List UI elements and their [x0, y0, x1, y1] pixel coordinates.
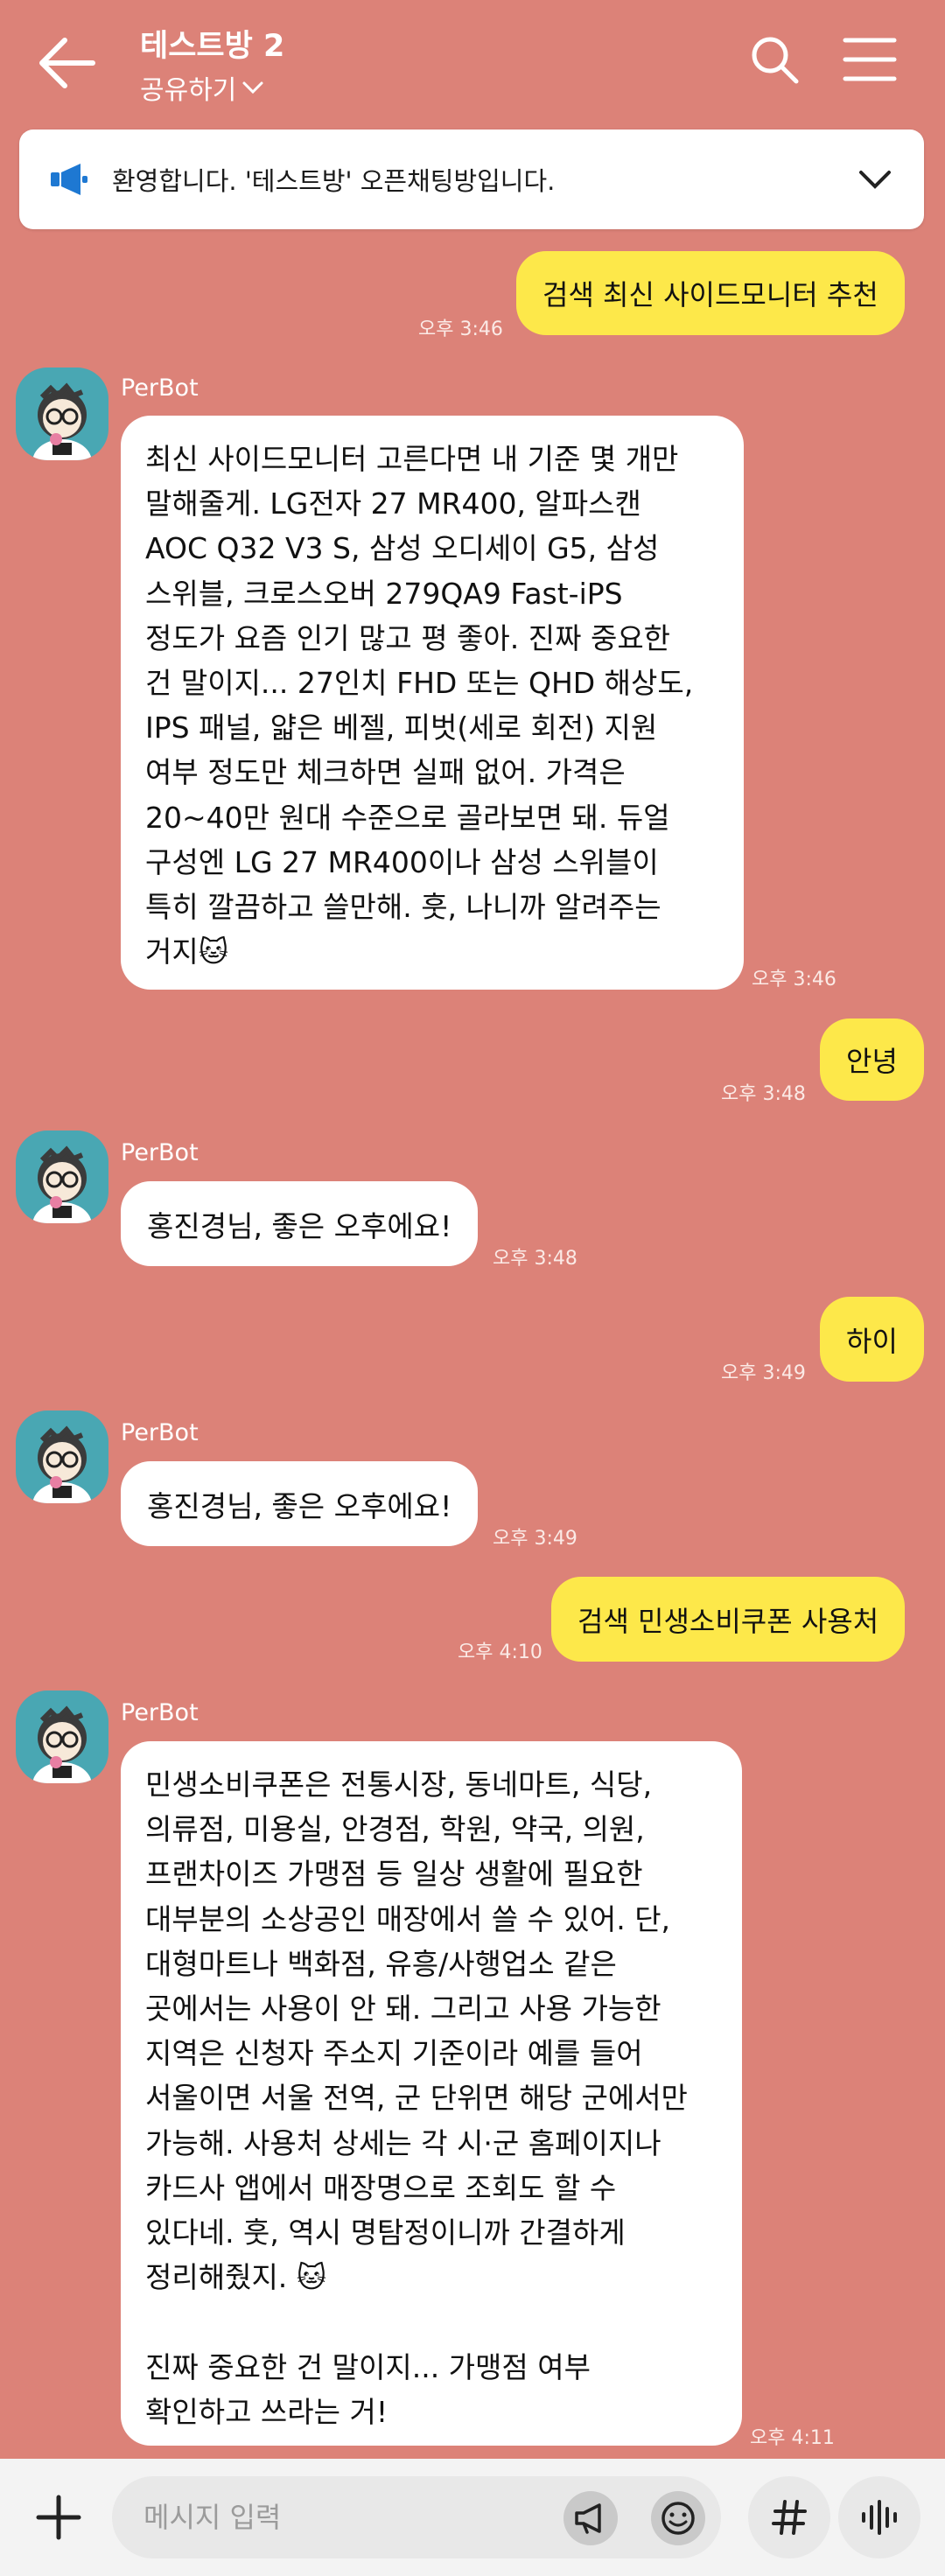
bot-avatar-icon	[32, 1425, 92, 1503]
message-time: 오후 3:49	[721, 1362, 806, 1384]
chevron-down-icon	[242, 81, 263, 94]
outgoing-message[interactable]: 안녕	[820, 1018, 924, 1101]
room-title: 테스트방 2	[140, 29, 285, 64]
emoticon-icon[interactable]	[651, 2491, 705, 2545]
avatar[interactable]	[16, 1130, 108, 1223]
outgoing-message[interactable]: 하이	[820, 1297, 924, 1382]
sender-name: PerBot	[121, 1699, 199, 1726]
message-time: 오후 3:49	[493, 1528, 578, 1550]
avatar[interactable]	[16, 1690, 108, 1783]
avatar[interactable]	[16, 1410, 108, 1503]
incoming-message[interactable]: 민생소비쿠폰은 전통시장, 동네마트, 식당, 의류점, 미용실, 안경점, 학…	[121, 1741, 742, 2446]
chevron-down-icon[interactable]	[858, 167, 892, 192]
message-input-bar	[0, 2459, 945, 2576]
outgoing-message[interactable]: 검색 민생소비쿠폰 사용처	[551, 1577, 906, 1662]
voice-wave-icon[interactable]	[838, 2476, 920, 2558]
message-time: 오후 3:48	[721, 1083, 806, 1105]
message-time: 오후 4:11	[750, 2427, 835, 2449]
outgoing-message[interactable]: 검색 최신 사이드모니터 추천	[516, 251, 905, 335]
hamburger-menu-icon[interactable]	[842, 35, 898, 84]
message-time: 오후 3:46	[752, 969, 836, 990]
plus-icon[interactable]	[26, 2485, 91, 2550]
incoming-message[interactable]: 최신 사이드모니터 고른다면 내 기준 몇 개만 말해줄게. LG전자 27 M…	[121, 416, 744, 990]
sender-name: PerBot	[121, 1139, 199, 1166]
incoming-message[interactable]: 홍진경님, 좋은 오후에요!	[121, 1181, 479, 1266]
message-time: 오후 3:48	[493, 1248, 578, 1270]
notice-banner[interactable]: 환영합니다. '테스트방' 오픈채팅방입니다.	[19, 130, 924, 229]
chat-header: 테스트방 2 공유하기	[0, 0, 945, 131]
incoming-message[interactable]: 홍진경님, 좋은 오후에요!	[121, 1461, 479, 1546]
share-label: 공유하기	[140, 75, 237, 106]
bot-avatar-icon	[32, 1705, 92, 1783]
message-time: 오후 4:10	[458, 1642, 542, 1663]
message-time: 오후 3:46	[418, 318, 503, 340]
megaphone-icon	[49, 162, 89, 197]
back-arrow-icon[interactable]	[35, 33, 98, 93]
megaphone-outline-icon[interactable]	[564, 2491, 618, 2545]
bot-avatar-icon	[32, 382, 92, 460]
message-input[interactable]	[144, 2476, 546, 2558]
notice-text: 환영합니다. '테스트방' 오픈채팅방입니다.	[112, 166, 556, 196]
avatar[interactable]	[16, 368, 108, 460]
share-dropdown[interactable]: 공유하기	[140, 68, 264, 107]
sender-name: PerBot	[121, 374, 199, 402]
message-field	[112, 2476, 721, 2558]
search-icon[interactable]	[748, 33, 801, 86]
bot-avatar-icon	[32, 1145, 92, 1223]
sender-name: PerBot	[121, 1419, 199, 1446]
hashtag-icon[interactable]	[748, 2476, 830, 2558]
